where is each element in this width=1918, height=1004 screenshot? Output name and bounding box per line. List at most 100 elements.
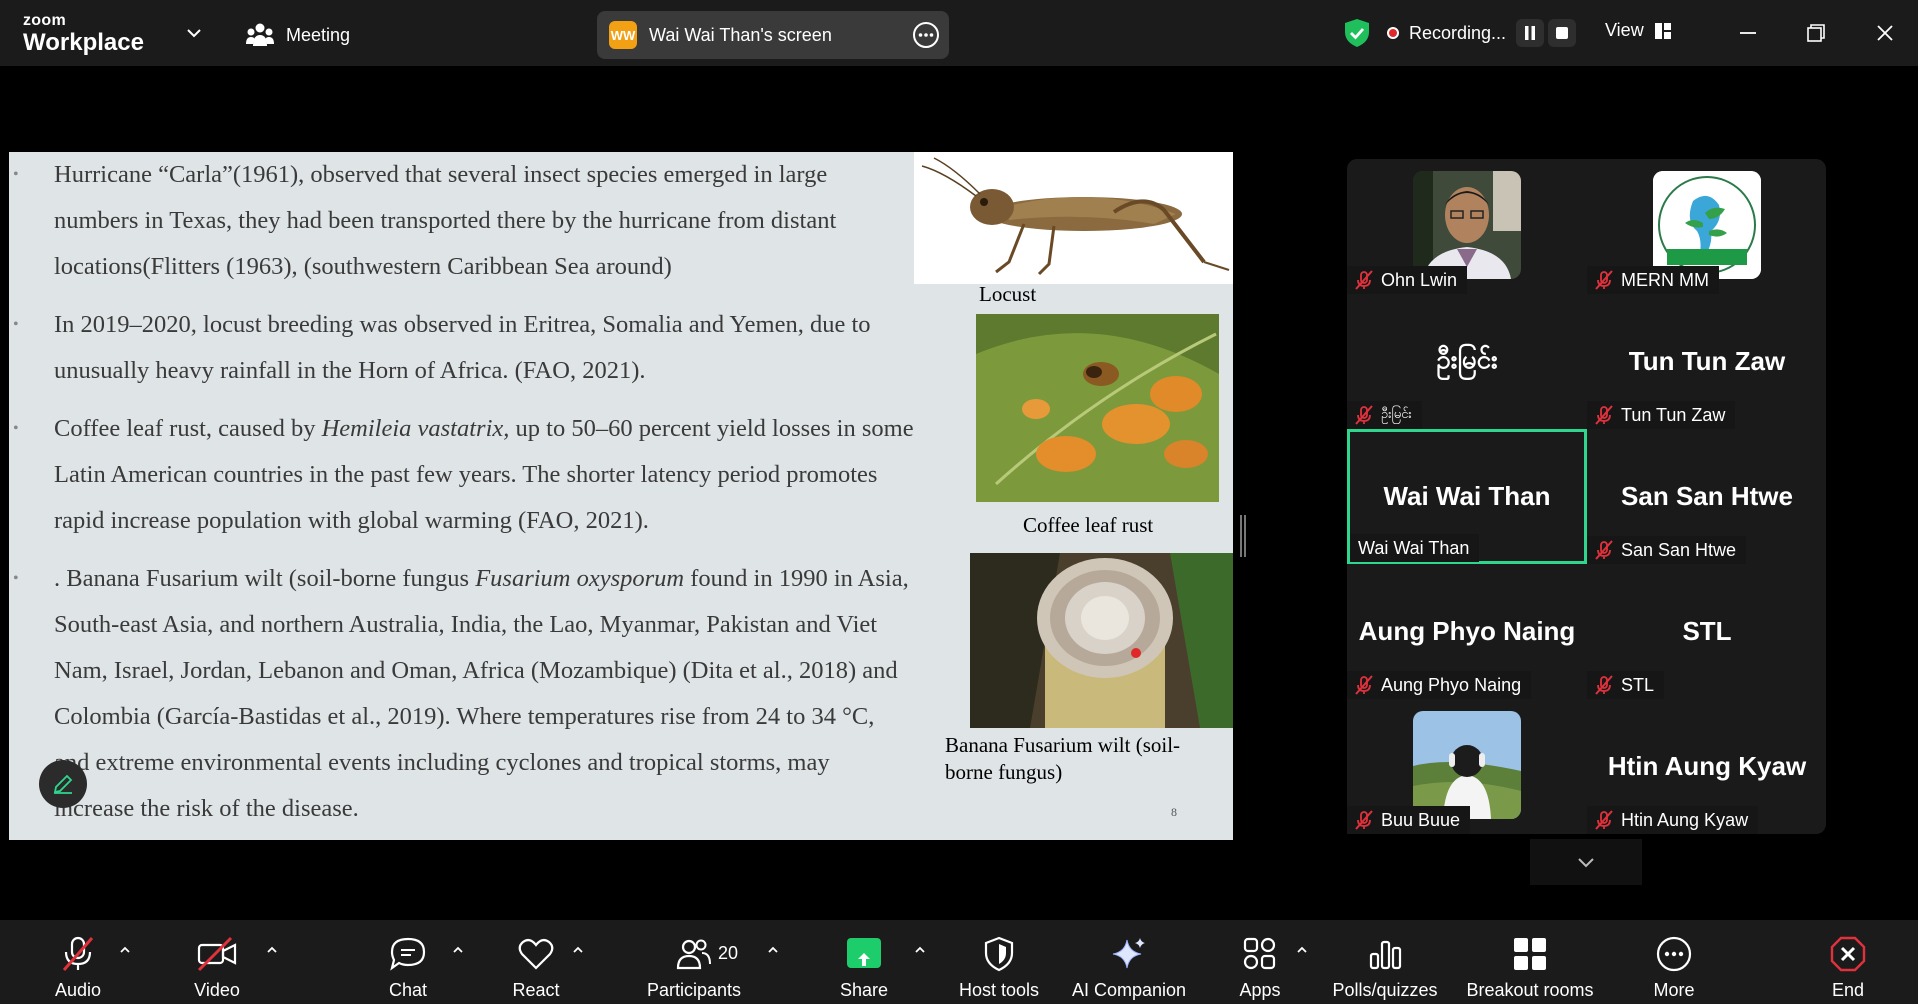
audio-button[interactable]: Audio — [42, 920, 114, 1004]
breakout-grid-icon — [1514, 938, 1546, 970]
security-shield-icon[interactable] — [1343, 18, 1371, 48]
coffee-leaf-rust-image — [976, 314, 1219, 502]
slide-page-number: 8 — [1171, 805, 1177, 819]
gallery-next-page-button[interactable] — [1530, 839, 1642, 885]
participant-nametag: ဦးမြင်း — [1347, 401, 1422, 429]
audio-options-caret-icon[interactable] — [117, 942, 133, 958]
chat-icon — [390, 937, 426, 971]
participant-tile[interactable]: Htin Aung Kyaw Htin Aung Kyaw — [1587, 699, 1827, 834]
shield-icon — [984, 936, 1014, 972]
mic-muted-icon — [62, 936, 94, 971]
bullet-marker: • — [13, 316, 19, 333]
annotate-button[interactable] — [39, 760, 87, 808]
slide-body: • Hurricane “Carla”(1961), observed that… — [9, 152, 914, 832]
share-options-caret-icon[interactable] — [912, 942, 928, 958]
grid-view-icon — [1654, 22, 1671, 39]
participant-tile[interactable]: ဦးမြင်း ဦးမြင်း — [1347, 294, 1587, 429]
people-icon — [246, 23, 274, 46]
close-icon[interactable] — [1870, 18, 1900, 48]
breakout-rooms-button[interactable]: Breakout rooms — [1462, 920, 1598, 1004]
end-meeting-button[interactable]: End — [1812, 920, 1884, 1004]
polls-quizzes-button[interactable]: Polls/quizzes — [1332, 920, 1438, 1004]
meeting-toolbar: Audio Video Chat React Participants 20 S… — [0, 920, 1918, 1004]
minimize-icon[interactable] — [1733, 18, 1763, 48]
presenter-avatar: WW — [609, 21, 637, 49]
mic-muted-icon — [1595, 270, 1613, 290]
participant-tile[interactable]: San San Htwe San San Htwe — [1587, 429, 1827, 564]
participant-nametag: MERN MM — [1587, 266, 1719, 294]
stop-icon — [1556, 27, 1569, 39]
participant-count-badge: 20 — [718, 943, 739, 963]
participant-tile[interactable]: MERN MM — [1587, 159, 1827, 294]
video-options-caret-icon[interactable] — [264, 942, 280, 958]
participants-options-caret-icon[interactable] — [765, 942, 781, 958]
react-options-caret-icon[interactable] — [570, 942, 586, 958]
react-button[interactable]: React — [500, 920, 572, 1004]
participant-nametag: Wai Wai Than — [1350, 534, 1480, 562]
participant-photo — [1413, 171, 1521, 279]
banana-wilt-image — [970, 553, 1233, 728]
view-button[interactable]: View — [1605, 20, 1672, 41]
mic-muted-icon — [1355, 270, 1373, 290]
sparkle-icon — [1112, 938, 1145, 969]
participant-tile[interactable]: Buu Buue — [1347, 699, 1587, 834]
mic-muted-icon — [1355, 810, 1373, 830]
meeting-menu[interactable]: Meeting — [246, 20, 350, 50]
restore-icon[interactable] — [1801, 18, 1831, 48]
host-tools-button[interactable]: Host tools — [954, 920, 1044, 1004]
recording-status: Recording... — [1343, 14, 1577, 52]
more-options-icon[interactable] — [911, 20, 941, 50]
bullet-marker: • — [13, 570, 19, 587]
more-button[interactable]: More — [1638, 920, 1710, 1004]
ai-companion-button[interactable]: AI Companion — [1071, 920, 1187, 1004]
participant-nametag: Htin Aung Kyaw — [1587, 806, 1759, 834]
mic-muted-icon — [1355, 675, 1373, 695]
pause-icon — [1525, 26, 1536, 40]
panel-resize-handle[interactable] — [1240, 515, 1246, 557]
participant-nametag: Ohn Lwin — [1347, 266, 1468, 294]
participant-tile[interactable]: STL STL — [1587, 564, 1827, 699]
chevron-down-icon — [1578, 858, 1594, 868]
apps-options-caret-icon[interactable] — [1294, 942, 1310, 958]
screen-share-pill[interactable]: WW Wai Wai Than's screen — [597, 11, 949, 59]
apps-button[interactable]: Apps — [1224, 920, 1296, 1004]
recording-dot-icon — [1387, 27, 1399, 39]
bullet-marker: • — [13, 166, 19, 183]
participant-gallery: Ohn Lwin MERN MM ဦးမြင်း ဦးမြင်း Tun Tun… — [1347, 159, 1826, 834]
slide-bullet-3: • Coffee leaf rust, caused by Hemileia v… — [9, 406, 914, 544]
participant-tile-active-speaker[interactable]: Wai Wai Than Wai Wai Than — [1347, 429, 1587, 564]
stop-recording-button[interactable] — [1548, 19, 1577, 47]
heart-icon — [518, 938, 554, 970]
more-icon — [1656, 936, 1692, 972]
chat-options-caret-icon[interactable] — [450, 942, 466, 958]
video-button[interactable]: Video — [181, 920, 253, 1004]
participant-tile[interactable]: Aung Phyo Naing Aung Phyo Naing — [1347, 564, 1587, 699]
share-button[interactable]: Share — [828, 920, 900, 1004]
pencil-icon — [53, 774, 73, 794]
locust-image — [914, 152, 1233, 284]
mern-logo — [1653, 171, 1761, 279]
zoom-logo: zoom Workplace — [23, 12, 144, 56]
shared-slide: • Hurricane “Carla”(1961), observed that… — [9, 152, 1233, 840]
participant-nametag: Tun Tun Zaw — [1587, 401, 1736, 429]
title-bar: zoom Workplace Meeting WW Wai Wai Than's… — [0, 0, 1918, 66]
mic-muted-icon — [1595, 810, 1613, 830]
mic-muted-icon — [1595, 405, 1613, 425]
share-screen-icon — [847, 938, 881, 968]
chevron-down-icon[interactable] — [183, 22, 205, 44]
screen-share-label: Wai Wai Than's screen — [649, 24, 832, 45]
bullet-marker: • — [13, 420, 19, 437]
participant-tile[interactable]: Tun Tun Zaw Tun Tun Zaw — [1587, 294, 1827, 429]
participant-photo — [1413, 711, 1521, 819]
slide-bullet-1: • Hurricane “Carla”(1961), observed that… — [9, 152, 914, 290]
coffee-caption: Coffee leaf rust — [1023, 513, 1154, 537]
participant-nametag: STL — [1587, 671, 1665, 699]
mic-muted-icon — [1595, 675, 1613, 695]
participant-tile[interactable]: Ohn Lwin — [1347, 159, 1587, 294]
participant-nametag: Aung Phyo Naing — [1347, 671, 1532, 699]
participant-nametag: Buu Buue — [1347, 806, 1471, 834]
chat-button[interactable]: Chat — [372, 920, 444, 1004]
participants-icon — [676, 939, 711, 970]
pause-recording-button[interactable] — [1516, 19, 1545, 47]
mic-muted-icon — [1595, 540, 1613, 560]
